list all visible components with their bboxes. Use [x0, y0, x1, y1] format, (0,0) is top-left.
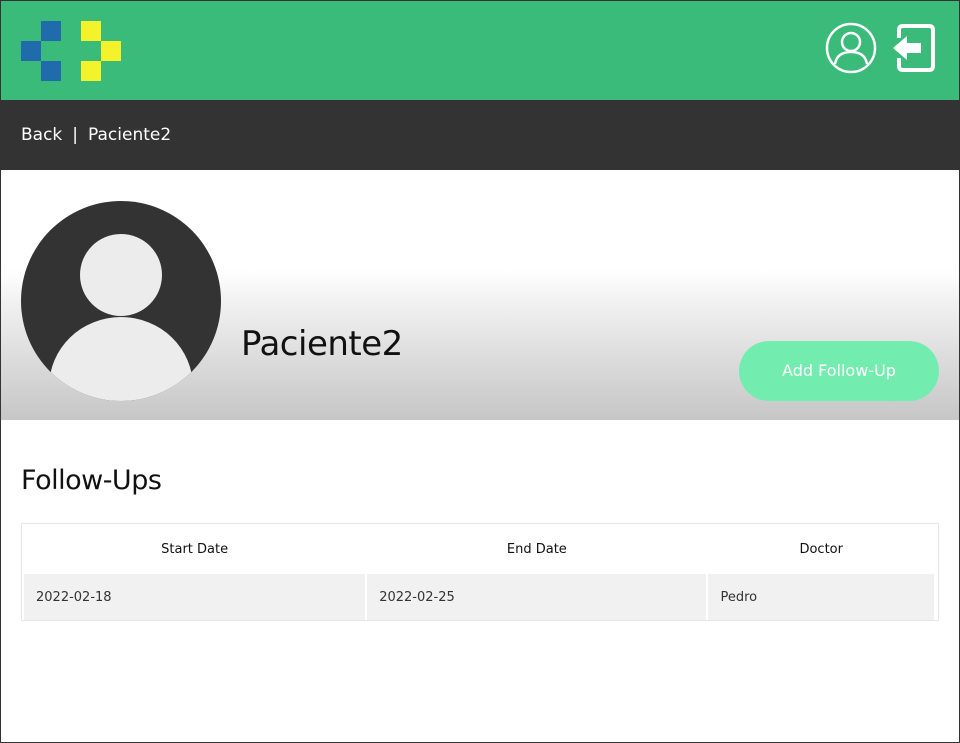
cell-start-date: 2022-02-18 — [24, 574, 366, 620]
profile-banner: Paciente2 Add Follow-Up — [1, 170, 959, 420]
user-avatar-icon — [21, 201, 221, 401]
breadcrumb-current: Paciente2 — [88, 125, 172, 145]
logo-square — [81, 61, 101, 81]
medical-cross-logo — [21, 21, 121, 81]
logo-square — [41, 21, 61, 41]
logo-square — [101, 41, 121, 61]
logout-button[interactable] — [891, 22, 943, 74]
cell-end-date: 2022-02-25 — [367, 574, 707, 620]
avatar-head — [80, 234, 162, 316]
avatar-body — [49, 317, 193, 401]
top-header — [1, 1, 959, 100]
column-header-end-date: End Date — [367, 526, 707, 572]
table-row[interactable]: 2022-02-18 2022-02-25 Pedro — [24, 574, 934, 620]
breadcrumb: Back | Paciente2 — [1, 100, 959, 170]
follow-ups-heading: Follow-Ups — [21, 465, 162, 496]
logo-square — [21, 41, 41, 61]
user-circle-icon — [825, 22, 877, 74]
back-link[interactable]: Back — [21, 125, 62, 145]
header-actions — [825, 22, 945, 74]
table-header-row: Start Date End Date Doctor — [24, 526, 934, 572]
follow-ups-table: Start Date End Date Doctor 2022-02-18 20… — [21, 523, 939, 621]
cell-doctor: Pedro — [708, 574, 934, 620]
logout-icon — [893, 24, 935, 72]
add-follow-up-button[interactable]: Add Follow-Up — [739, 341, 939, 401]
column-header-start-date: Start Date — [24, 526, 366, 572]
column-header-doctor: Doctor — [708, 526, 934, 572]
app-window: Back | Paciente2 Paciente2 Add Follow-Up F… — [0, 0, 960, 743]
logo-square — [41, 61, 61, 81]
breadcrumb-separator: | — [72, 125, 79, 145]
logo-square — [81, 21, 101, 41]
user-profile-button[interactable] — [825, 22, 877, 74]
patient-name: Paciente2 — [241, 324, 403, 364]
